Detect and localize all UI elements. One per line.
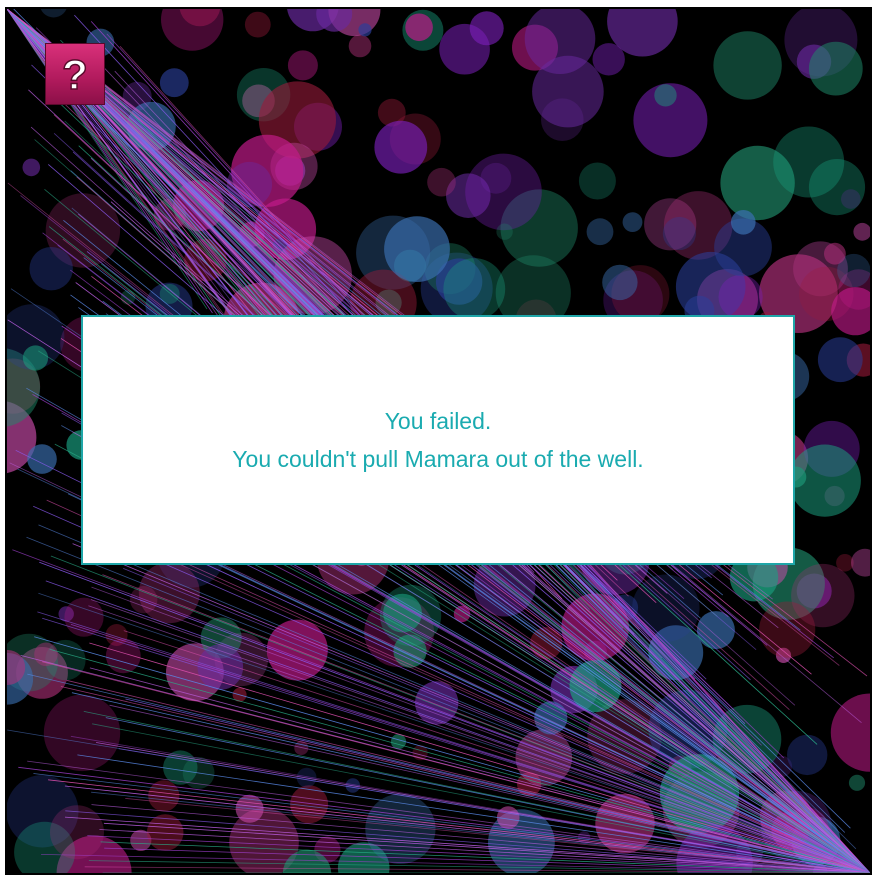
game-over-dialog: You failed. You couldn't pull Mamara out…	[81, 315, 795, 565]
failure-message: You couldn't pull Mamara out of the well…	[232, 446, 644, 472]
bokeh-circle	[622, 212, 643, 233]
bokeh-circle	[841, 189, 861, 209]
bokeh-circle	[290, 785, 329, 824]
bokeh-circle	[287, 50, 318, 81]
bokeh-circle	[830, 693, 870, 772]
bokeh-circle	[808, 41, 863, 96]
bokeh-circle	[22, 345, 49, 371]
bokeh-circle	[602, 264, 638, 301]
bokeh-circle	[713, 31, 782, 100]
bokeh-circle	[427, 167, 456, 197]
bokeh-circle	[654, 84, 677, 107]
bokeh-circle	[29, 247, 73, 291]
bokeh-circle	[534, 701, 568, 735]
laser-ray	[91, 791, 870, 873]
bokeh-circle	[824, 242, 846, 265]
bokeh-circle	[358, 23, 372, 37]
bokeh-circle	[465, 153, 542, 231]
bokeh-circle	[22, 158, 41, 177]
bokeh-circle	[848, 774, 866, 791]
bokeh-circle	[161, 9, 224, 51]
help-button[interactable]: ?	[45, 43, 105, 105]
bokeh-circle	[586, 218, 614, 246]
bokeh-circle	[384, 216, 450, 282]
bokeh-circle	[159, 68, 189, 98]
bokeh-circle	[788, 444, 861, 517]
bokeh-circle	[244, 11, 271, 38]
bokeh-circle	[773, 126, 845, 198]
bokeh-circle	[348, 34, 372, 58]
bokeh-circle	[365, 793, 436, 865]
bokeh-circle	[496, 223, 513, 240]
bokeh-circle	[105, 638, 141, 674]
bokeh-circle	[469, 11, 504, 46]
bokeh-circle	[592, 43, 625, 76]
bokeh-circle	[851, 548, 870, 577]
bokeh-circle	[374, 120, 428, 174]
game-canvas[interactable]: ? You failed. You couldn't pull Mamara o…	[5, 7, 872, 875]
bokeh-circle	[718, 274, 763, 320]
question-mark-icon: ?	[61, 51, 88, 97]
bokeh-circle	[817, 337, 863, 383]
bokeh-circle	[40, 9, 67, 18]
svg-text:?: ?	[62, 51, 88, 97]
failure-title: You failed.	[384, 408, 492, 434]
bokeh-circle	[405, 13, 433, 42]
bokeh-circle	[853, 222, 870, 241]
bokeh-circle	[443, 258, 506, 320]
bokeh-circle	[731, 210, 756, 235]
bokeh-circle	[27, 444, 57, 474]
bokeh-circle	[578, 162, 616, 200]
bokeh-circle	[662, 216, 697, 251]
bokeh-circle	[787, 734, 828, 776]
